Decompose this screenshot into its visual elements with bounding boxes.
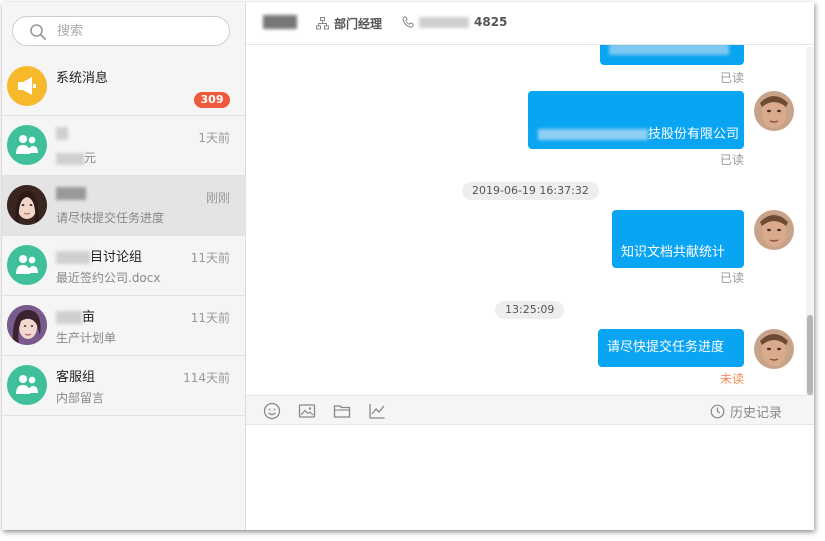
conversation-item[interactable]: 亩 11天前 生产计划单 [2,296,246,356]
conversation-preview: 生产计划单 [56,331,117,345]
conversation-time: 1天前 [198,131,230,145]
read-status: 已读 [720,271,745,285]
man-portrait-icon [754,329,794,369]
group-icon [16,375,38,394]
conversation-name [56,126,68,141]
man-portrait-icon [754,91,794,131]
sender-avatar [754,91,794,131]
image-icon[interactable] [298,402,316,420]
conversation-time: 11天前 [190,251,230,265]
message-bubble [600,45,744,65]
message-bubble: 请尽快提交任务进度 [598,329,744,367]
unread-count-badge: 309 [194,92,230,108]
clock-icon [710,404,725,419]
unread-status: 未读 [720,372,745,386]
message-scrollbar[interactable] [806,47,814,395]
scrollbar-thumb[interactable] [807,315,813,395]
composer-toolbar: 历史记录 [246,395,814,425]
conversation-item[interactable]: 1天前 元 [2,116,246,176]
chat-main: 部门经理 4825 已读 技股份有限公司 已读 2019-06-19 16:37… [246,2,814,530]
chat-window: 系统消息 309 1天前 元 [2,2,814,530]
avatar [7,185,47,225]
contact-phone: 4825 [402,15,507,29]
conversation-preview: 最近签约公司.docx [56,271,161,285]
group-avatar [7,365,47,405]
chat-header: 部门经理 4825 [246,2,814,45]
timestamp-divider: 13:25:09 [495,301,565,319]
megaphone-icon [18,77,36,95]
chart-icon[interactable] [368,402,386,420]
conversation-item-active[interactable]: 刚刚 请尽快提交任务进度 [2,176,246,236]
group-avatar [7,245,47,285]
woman-portrait-icon [7,185,47,225]
phone-suffix: 4825 [474,15,508,29]
sender-avatar [754,329,794,369]
emoji-icon[interactable] [263,402,281,420]
history-label: 历史记录 [729,406,782,421]
conversation-preview: 元 [56,149,96,166]
history-button[interactable]: 历史记录 [710,402,782,421]
conversation-name: 客服组 [56,370,96,385]
role-label: 部门经理 [334,17,383,31]
conversation-item[interactable]: 目讨论组 11天前 最近签约公司.docx [2,236,246,296]
conversation-name: 目讨论组 [56,246,142,265]
conversation-preview: 请尽快提交任务进度 [56,211,165,225]
conversation-item-system[interactable]: 系统消息 309 [2,57,246,116]
avatar [7,305,47,345]
group-icon [16,255,38,274]
message-bubble: 知识文档共献统计 [612,210,744,268]
conversation-item[interactable]: 客服组 114天前 内部留言 [2,356,246,416]
search-input[interactable] [57,21,217,41]
conversation-name: 亩 [56,306,95,325]
contact-name [263,14,297,30]
sender-avatar [754,210,794,250]
message-bubble: 技股份有限公司 [528,91,744,149]
conversation-time: 11天前 [190,311,230,325]
conversation-name: 系统消息 [56,71,109,86]
search-box[interactable] [12,16,230,46]
org-chart-icon [316,17,329,30]
folder-icon[interactable] [333,402,351,420]
message-input[interactable] [246,425,814,530]
read-status: 已读 [720,153,745,167]
timestamp-divider: 2019-06-19 16:37:32 [462,182,599,200]
man-portrait-icon [754,210,794,250]
conversation-preview: 内部留言 [56,391,105,405]
message-list: 已读 技股份有限公司 已读 2019-06-19 16:37:32 知识文档共献… [246,45,814,395]
conversation-time: 114天前 [183,371,230,385]
conversation-time: 刚刚 [205,191,230,205]
conversation-name [56,186,86,201]
search-icon [30,24,46,40]
phone-icon [402,16,414,28]
woman-portrait-icon [7,305,47,345]
conversation-list: 系统消息 309 1天前 元 刚刚 请尽快提交任务进度 目讨论组 11天前 最近… [2,57,246,416]
read-status: 已读 [720,71,745,85]
group-avatar [7,125,47,165]
system-avatar [7,66,47,106]
contact-role: 部门经理 [316,15,382,32]
group-icon [16,135,38,154]
conversation-sidebar: 系统消息 309 1天前 元 [2,2,246,530]
sender-avatar [754,45,794,55]
